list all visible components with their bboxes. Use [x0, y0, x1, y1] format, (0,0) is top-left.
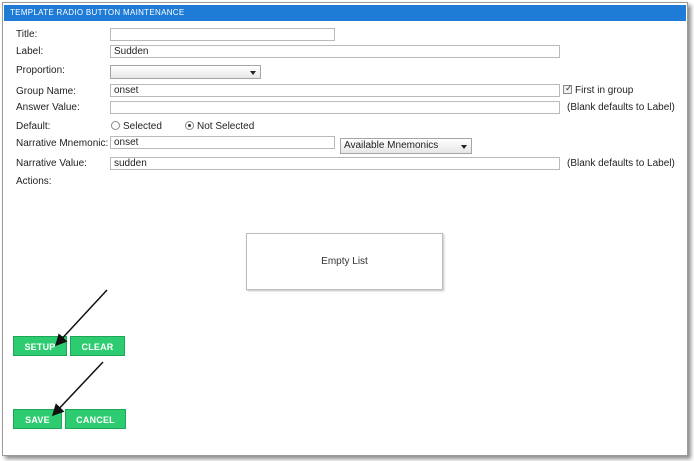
available-mnemonics-value: Available Mnemonics: [344, 140, 439, 151]
label-label: Label:: [16, 46, 44, 57]
clear-button[interactable]: CLEAR: [70, 336, 125, 356]
title-input[interactable]: [110, 28, 335, 41]
actions-list[interactable]: Empty List: [246, 233, 443, 290]
window-title: TEMPLATE RADIO BUTTON MAINTENANCE: [4, 5, 686, 21]
cancel-button[interactable]: CANCEL: [65, 409, 126, 429]
narrative-value-label: Narrative Value:: [16, 158, 87, 169]
default-not-selected-label: Not Selected: [197, 121, 255, 132]
title-label: Title:: [16, 29, 38, 40]
default-selected-radio[interactable]: [111, 121, 120, 130]
group-name-input[interactable]: onset: [110, 84, 560, 97]
proportion-label: Proportion:: [16, 65, 65, 76]
actions-label: Actions:: [16, 176, 52, 187]
narrative-mnemonic-label: Narrative Mnemonic:: [16, 138, 109, 149]
narrative-mnemonic-input[interactable]: onset: [110, 136, 335, 149]
default-selected-label: Selected: [123, 121, 162, 132]
group-name-label: Group Name:: [16, 86, 77, 97]
first-in-group-label: First in group: [575, 85, 634, 96]
setup-button[interactable]: SETUP: [13, 336, 67, 356]
empty-list-text: Empty List: [321, 256, 368, 267]
first-in-group-checkbox[interactable]: ✓: [563, 83, 573, 94]
dialog-frame: [2, 2, 688, 456]
narrative-value-hint: (Blank defaults to Label): [567, 158, 675, 169]
save-button[interactable]: SAVE: [13, 409, 62, 429]
default-label: Default:: [16, 121, 51, 132]
answer-value-hint: (Blank defaults to Label): [567, 102, 675, 113]
label-input[interactable]: Sudden: [110, 45, 560, 58]
available-mnemonics-select[interactable]: Available Mnemonics: [340, 138, 472, 154]
checkmark-icon: ✓: [565, 83, 573, 93]
chevron-down-icon: [250, 71, 256, 75]
proportion-select[interactable]: [110, 65, 261, 79]
chevron-down-icon: [461, 145, 467, 149]
narrative-value-input[interactable]: sudden: [110, 157, 560, 170]
answer-value-label: Answer Value:: [16, 102, 80, 113]
answer-value-input[interactable]: [110, 101, 560, 114]
default-not-selected-radio[interactable]: [185, 121, 194, 130]
